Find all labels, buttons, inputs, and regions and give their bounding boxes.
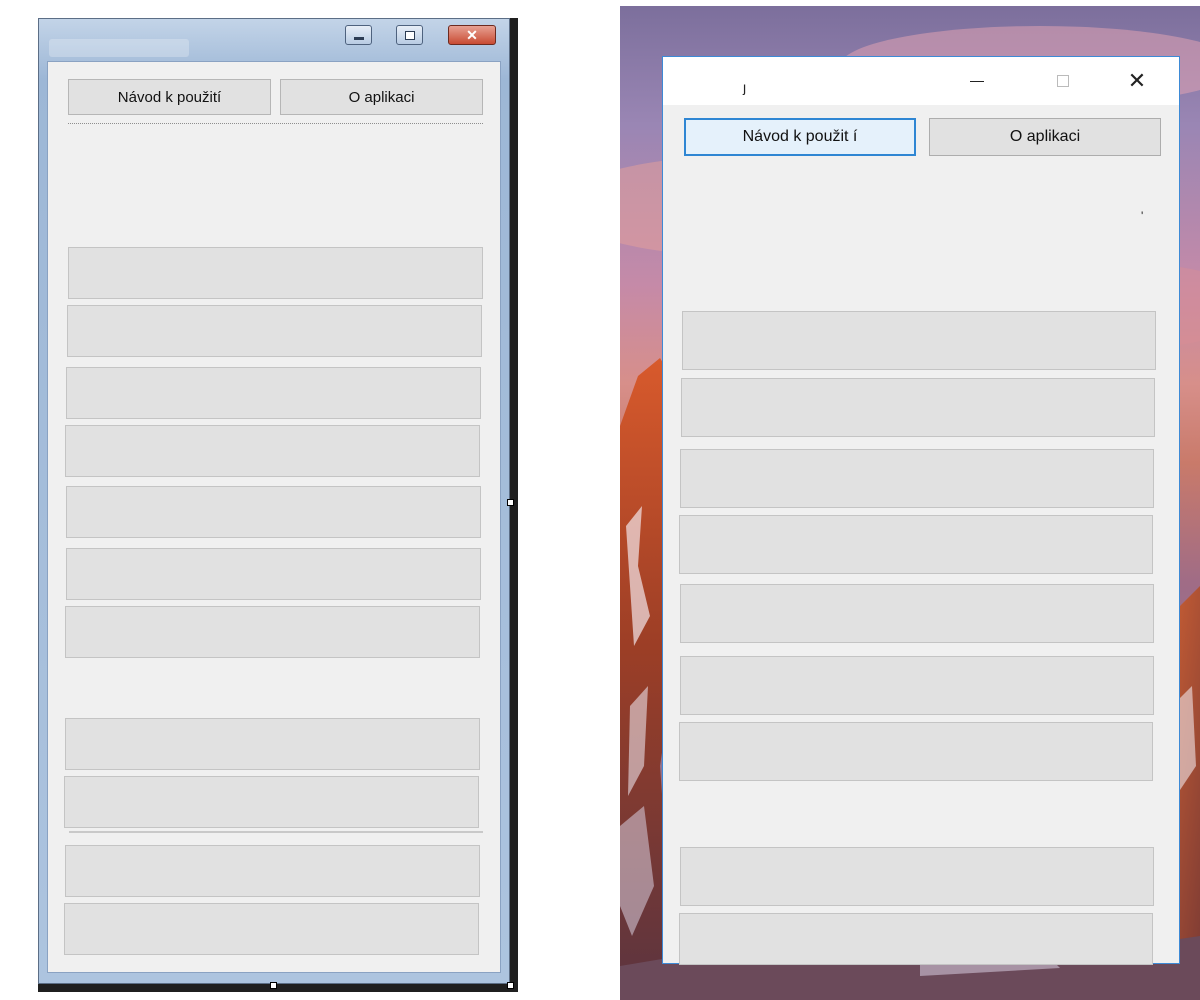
resize-handle-corner[interactable] [507, 982, 514, 989]
runtime-title: ȷ [743, 79, 747, 95]
runtime-placeholder-button-5[interactable] [680, 584, 1154, 643]
maximize-icon [1057, 75, 1069, 87]
placeholder-button-11[interactable] [64, 903, 479, 955]
designer-minimize-button[interactable] [345, 25, 372, 45]
runtime-placeholder-button-9[interactable] [679, 913, 1153, 965]
designer-canvas: ✕ Návod k použití O aplikaci [38, 14, 518, 992]
designer-separator [69, 831, 483, 833]
designer-frame-bottom [38, 984, 518, 992]
close-icon: ✕ [466, 26, 478, 43]
placeholder-button-7[interactable] [65, 606, 480, 658]
runtime-titlebar: ȷ ✕ [663, 57, 1179, 105]
runtime-manual-button[interactable]: Návod k použit í [684, 118, 916, 156]
runtime-about-button[interactable]: O aplikaci [929, 118, 1161, 156]
resize-handle-right[interactable] [507, 499, 514, 506]
designer-close-button[interactable]: ✕ [448, 25, 496, 45]
placeholder-button-3[interactable] [66, 367, 481, 419]
minimize-icon [970, 80, 984, 82]
runtime-placeholder-button-8[interactable] [680, 847, 1154, 906]
maximize-icon [404, 30, 415, 40]
runtime-placeholder-button-4[interactable] [679, 515, 1153, 574]
runtime-window: ȷ ✕ Návod k použit í O aplikaci ' [662, 56, 1180, 965]
designer-maximize-button[interactable] [396, 25, 423, 45]
runtime-placeholder-button-7[interactable] [679, 722, 1153, 781]
placeholder-button-1[interactable] [68, 247, 483, 299]
stray-character: ' [1141, 209, 1144, 223]
close-icon: ✕ [1127, 68, 1147, 93]
resize-handle-bottom[interactable] [270, 982, 277, 989]
runtime-close-button[interactable]: ✕ [1109, 57, 1165, 105]
placeholder-button-10[interactable] [65, 845, 480, 897]
placeholder-button-9[interactable] [64, 776, 479, 828]
runtime-placeholder-button-2[interactable] [681, 378, 1155, 437]
runtime-minimize-button[interactable] [949, 57, 1005, 105]
placeholder-button-5[interactable] [66, 486, 481, 538]
designer-title-area [49, 39, 189, 57]
placeholder-button-2[interactable] [67, 305, 482, 357]
runtime-maximize-button[interactable] [1035, 57, 1091, 105]
placeholder-button-6[interactable] [66, 548, 481, 600]
runtime-placeholder-button-1[interactable] [682, 311, 1156, 370]
designer-divider [68, 123, 483, 124]
placeholder-button-8[interactable] [65, 718, 480, 770]
about-button[interactable]: O aplikaci [280, 79, 483, 115]
manual-button[interactable]: Návod k použití [68, 79, 271, 115]
runtime-placeholder-button-3[interactable] [680, 449, 1154, 508]
minimize-icon [353, 36, 364, 40]
designer-window: ✕ Návod k použití O aplikaci [38, 18, 510, 984]
runtime-placeholder-button-6[interactable] [680, 656, 1154, 715]
placeholder-button-4[interactable] [65, 425, 480, 477]
